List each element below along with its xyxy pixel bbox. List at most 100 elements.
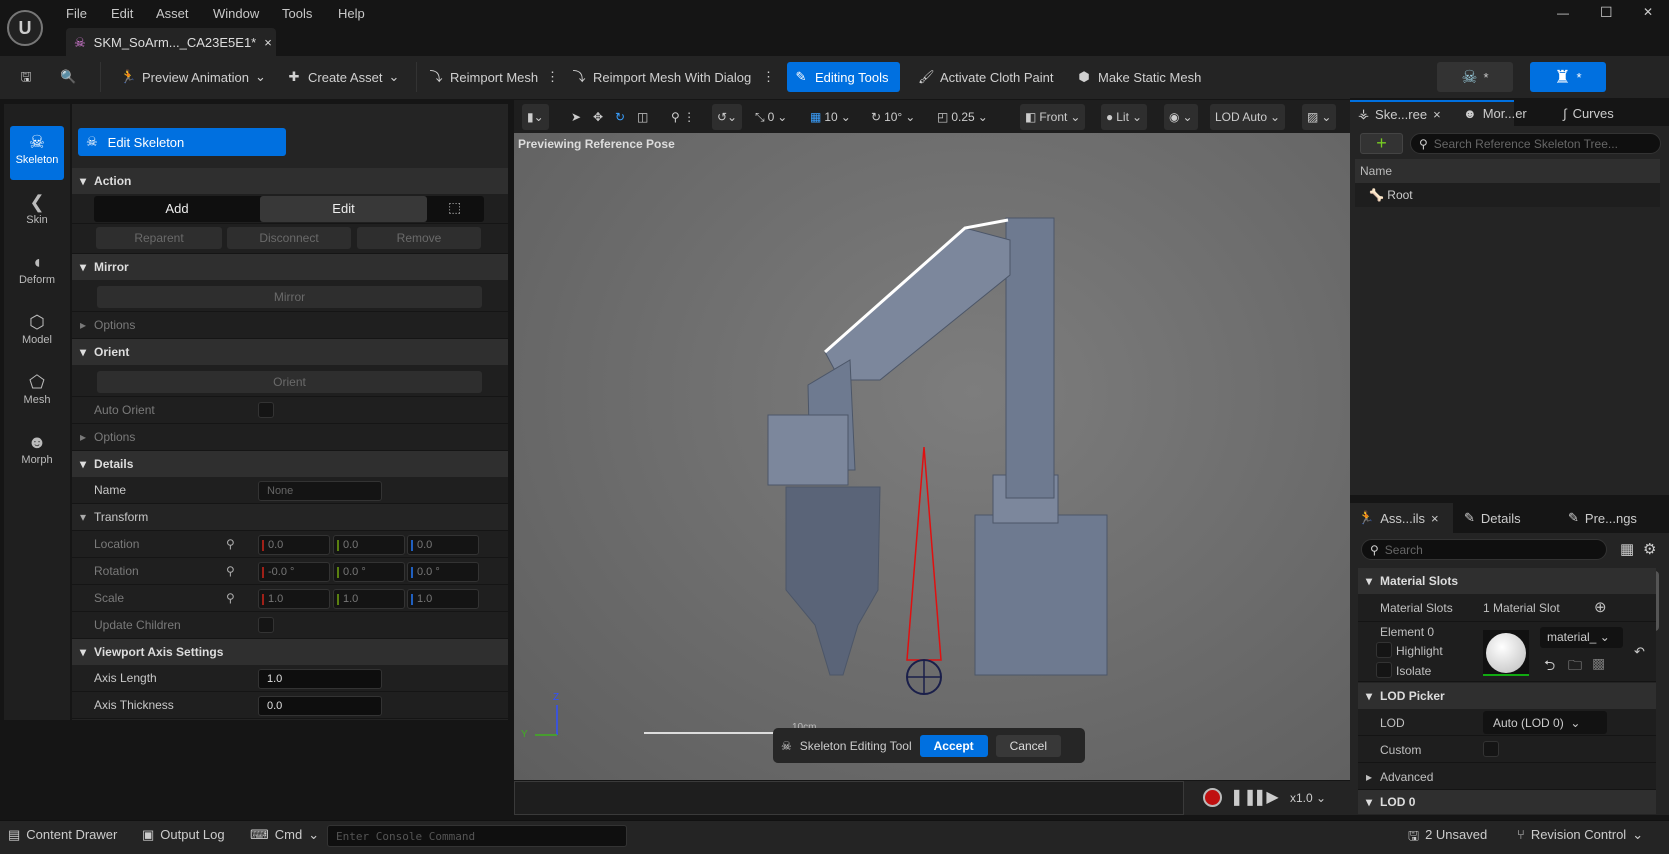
close-window-button[interactable]: ✕: [1643, 5, 1653, 19]
material-dropdown[interactable]: material_ ⌄: [1540, 627, 1623, 648]
menu-help[interactable]: Help: [338, 6, 365, 21]
rotate-tool-icon[interactable]: ↻: [610, 104, 630, 130]
editing-tools-button[interactable]: ✎ Editing Tools: [787, 62, 900, 92]
gear-icon[interactable]: ⚙: [1643, 540, 1656, 558]
edit-skeleton-button[interactable]: ☠ Edit Skeleton: [78, 128, 286, 156]
rotation-z[interactable]: 0.0 °: [407, 562, 479, 582]
axis-thickness-field[interactable]: 0.0: [258, 696, 382, 716]
coordinate-space-icon[interactable]: ⚲: [226, 564, 235, 578]
scale-z[interactable]: 1.0: [407, 589, 479, 609]
add-button[interactable]: Add: [94, 196, 260, 222]
add-bone-button[interactable]: +: [1360, 133, 1403, 154]
mode-model[interactable]: ⬡ Model: [10, 306, 64, 360]
scale-y[interactable]: 1.0: [333, 589, 405, 609]
menu-edit[interactable]: Edit: [111, 6, 133, 21]
translate-snap[interactable]: ⤡ 0 ⌄: [750, 104, 792, 130]
disconnect-button[interactable]: Disconnect: [227, 227, 351, 249]
tab-morph-targets[interactable]: ☻ Mor...er: [1455, 100, 1535, 126]
reimport-dialog-options[interactable]: ⋮: [756, 62, 781, 92]
section-viewport-axis[interactable]: ▾ Viewport Axis Settings: [72, 639, 508, 665]
reset-icon[interactable]: ↶: [1634, 644, 1645, 660]
location-z[interactable]: 0.0: [407, 535, 479, 555]
update-children-checkbox[interactable]: [258, 617, 274, 633]
make-static-mesh-button[interactable]: ⬢ Make Static Mesh: [1070, 62, 1207, 92]
menu-window[interactable]: Window: [213, 6, 259, 21]
record-button[interactable]: [1203, 788, 1222, 807]
material-thumbnail[interactable]: [1483, 630, 1529, 676]
orient-button[interactable]: Orient: [97, 371, 482, 393]
unsaved-button[interactable]: 🖫 2 Unsaved: [1408, 827, 1487, 849]
menu-tools[interactable]: Tools: [282, 6, 312, 21]
custom-checkbox[interactable]: [1483, 741, 1499, 757]
section-material-slots[interactable]: ▾ Material Slots: [1358, 568, 1656, 594]
table-view-icon[interactable]: ▦: [1620, 540, 1634, 558]
show-dropdown[interactable]: ◉ ⌄: [1164, 104, 1198, 130]
advanced-row[interactable]: ▸ Advanced: [1358, 763, 1656, 790]
checker-icon[interactable]: ▩: [1592, 655, 1605, 672]
select-mode-dropdown[interactable]: ▮⌄: [522, 104, 549, 130]
mode-skeleton[interactable]: ☠ Skeleton: [10, 126, 64, 180]
mirror-options-row[interactable]: ▸ Options: [72, 312, 508, 339]
auto-orient-checkbox[interactable]: [258, 402, 274, 418]
lod-dropdown[interactable]: LOD Auto ⌄: [1210, 104, 1286, 130]
accept-button[interactable]: Accept: [919, 734, 988, 757]
playback-speed-dropdown[interactable]: x1.0 ⌄: [1290, 791, 1326, 805]
add-slot-icon[interactable]: ⊕: [1594, 598, 1607, 616]
coordinate-space-icon[interactable]: ⚲: [226, 591, 235, 605]
maximize-button[interactable]: ☐: [1600, 4, 1613, 21]
tab-asset-details[interactable]: 🏃 Ass...ils ×: [1350, 503, 1453, 533]
section-details[interactable]: ▾ Details: [72, 451, 508, 477]
tab-curves[interactable]: ∫ Curves: [1555, 100, 1622, 126]
details-search-input[interactable]: ⚲ Search: [1361, 539, 1607, 560]
screenshot-dropdown[interactable]: ▨ ⌄: [1302, 104, 1337, 130]
console-input[interactable]: Enter Console Command: [327, 825, 627, 847]
step-forward-button[interactable]: ❚▶: [1253, 787, 1279, 807]
section-mirror[interactable]: ▾ Mirror: [72, 254, 508, 280]
reimport-options[interactable]: ⋮: [540, 62, 565, 92]
name-field[interactable]: None: [258, 481, 382, 501]
mode-mesh[interactable]: ⬠ Mesh: [10, 366, 64, 420]
revision-control-button[interactable]: ⑂ Revision Control ⌄: [1517, 827, 1643, 843]
menu-asset[interactable]: Asset: [156, 6, 189, 21]
edit-button[interactable]: Edit: [260, 196, 427, 222]
section-lod0[interactable]: ▾ LOD 0: [1358, 790, 1656, 814]
rotation-y[interactable]: 0.0 °: [333, 562, 405, 582]
output-log-button[interactable]: ▣ Output Log: [142, 827, 225, 843]
highlight-checkbox[interactable]: [1376, 642, 1392, 658]
document-tab[interactable]: ☠ SKM_SoArm..._CA23E5E1* ×: [66, 28, 276, 57]
select-mode-icon[interactable]: ⬚: [448, 199, 461, 216]
location-y[interactable]: 0.0: [333, 535, 405, 555]
preview-animation-button[interactable]: 🏃 Preview Animation ⌄: [114, 62, 272, 92]
translate-tool-icon[interactable]: ✥: [588, 104, 608, 130]
rotation-x[interactable]: -0.0 °: [258, 562, 330, 582]
timeline[interactable]: [514, 781, 1184, 815]
close-tab-icon[interactable]: ×: [1433, 107, 1441, 122]
tab-preview-settings[interactable]: ✎ Pre...ngs: [1560, 503, 1645, 533]
scale-x[interactable]: 1.0: [258, 589, 330, 609]
mode-deform[interactable]: ◖ Deform: [10, 246, 64, 300]
tree-item-root[interactable]: 🦴 Root: [1355, 183, 1660, 207]
section-lod-picker[interactable]: ▾ LOD Picker: [1358, 683, 1656, 709]
section-action[interactable]: ▾ Action: [72, 168, 508, 194]
reimport-mesh-button[interactable]: ⤵ Reimport Mesh: [422, 62, 544, 92]
mirror-button[interactable]: Mirror: [97, 286, 482, 308]
tree-header-name[interactable]: Name: [1355, 159, 1660, 183]
scale-tool-icon[interactable]: ◫: [632, 104, 653, 130]
scale-snap[interactable]: ◰ 0.25 ⌄: [932, 104, 993, 130]
cancel-button[interactable]: Cancel: [995, 734, 1061, 757]
cmd-dropdown[interactable]: ⌨ Cmd ⌄: [250, 827, 319, 843]
reparent-button[interactable]: Reparent: [96, 227, 222, 249]
surface-snap-dropdown[interactable]: ↺⌄: [712, 104, 743, 130]
minimize-button[interactable]: —: [1557, 6, 1569, 20]
skeleton-editor-button[interactable]: ☠ *: [1437, 62, 1513, 92]
isolate-checkbox[interactable]: [1376, 662, 1392, 678]
mode-morph[interactable]: ☻ Morph: [10, 426, 64, 480]
browse-button[interactable]: 🔍: [54, 62, 82, 92]
axis-length-field[interactable]: 1.0: [258, 669, 382, 689]
select-tool-icon[interactable]: ➤: [566, 104, 586, 130]
coordinate-space-icon[interactable]: ⚲: [226, 537, 235, 551]
unreal-logo[interactable]: U: [7, 10, 43, 46]
mode-skin[interactable]: ❮ Skin: [10, 186, 64, 240]
reimport-dialog-button[interactable]: ⤵ Reimport Mesh With Dialog: [565, 62, 757, 92]
cloth-paint-button[interactable]: 🖌 Activate Cloth Paint: [912, 62, 1059, 92]
